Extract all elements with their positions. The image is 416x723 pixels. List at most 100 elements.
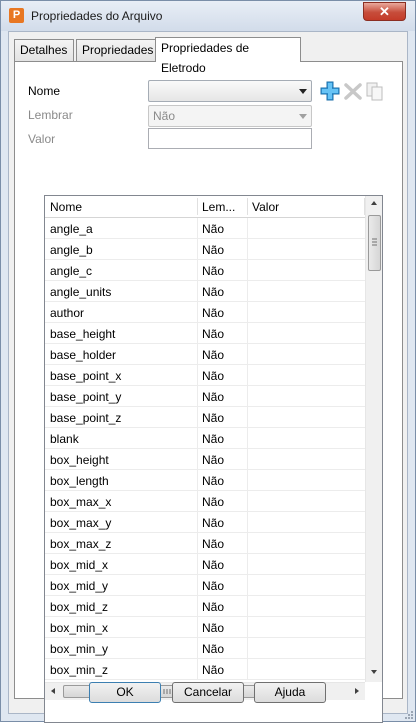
row-name-cell: angle_a [50, 222, 93, 236]
row-lembrar-cell: Não [202, 600, 225, 614]
table-row[interactable]: box_max_y Não [45, 512, 365, 533]
row-divider [197, 491, 198, 512]
properties-list[interactable]: Nome Lem... Valor angle_a Não angle_b Não an… [44, 195, 383, 723]
table-row[interactable]: base_point_y Não [45, 386, 365, 407]
row-divider [197, 596, 198, 617]
resize-grip-icon[interactable] [404, 710, 413, 719]
table-row[interactable]: box_mid_x Não [45, 554, 365, 575]
ok-button[interactable]: OK [89, 682, 161, 703]
column-divider[interactable] [247, 198, 248, 215]
valor-input[interactable] [148, 128, 312, 149]
delete-property-button[interactable] [343, 80, 363, 102]
row-name-cell: box_mid_y [50, 579, 109, 593]
table-row[interactable]: box_max_z Não [45, 533, 365, 554]
table-row[interactable]: box_mid_z Não [45, 596, 365, 617]
title-bar[interactable]: P Propriedades do Arquivo ✕ [1, 1, 415, 31]
row-lembrar-cell: Não [202, 369, 225, 383]
table-row[interactable]: box_mid_y Não [45, 575, 365, 596]
row-lembrar-cell: Não [202, 432, 225, 446]
table-row[interactable]: base_point_z Não [45, 407, 365, 428]
column-header-lembrar[interactable]: Lem... [202, 200, 235, 214]
row-name-cell: box_length [50, 474, 109, 488]
row-divider [197, 386, 198, 407]
row-lembrar-cell: Não [202, 474, 225, 488]
row-name-cell: box_max_x [50, 495, 112, 509]
row-name-cell: angle_c [50, 264, 93, 278]
row-divider [197, 575, 198, 596]
close-button[interactable]: ✕ [363, 2, 406, 21]
table-row[interactable]: blank Não [45, 428, 365, 449]
column-divider[interactable] [197, 198, 198, 215]
row-divider [197, 533, 198, 554]
row-lembrar-cell: Não [202, 663, 225, 677]
row-divider [197, 218, 198, 239]
copy-icon [366, 82, 383, 101]
chevron-down-icon [299, 89, 307, 94]
nome-label: Nome [28, 84, 61, 98]
tab-propriedades-de-eletrodo[interactable]: Propriedades de Eletrodo [155, 37, 301, 75]
table-row[interactable]: angle_c Não [45, 260, 365, 281]
app-logo-icon: P [9, 8, 24, 23]
row-divider [247, 470, 248, 491]
window-title: Propriedades do Arquivo [31, 9, 163, 23]
list-header: Nome Lem... Valor [45, 196, 365, 218]
table-row[interactable]: author Não [45, 302, 365, 323]
row-name-cell: angle_units [50, 285, 112, 299]
row-divider [247, 281, 248, 302]
row-divider [247, 260, 248, 281]
row-lembrar-cell: Não [202, 558, 225, 572]
row-lembrar-cell: Não [202, 516, 225, 530]
table-row[interactable]: box_min_x Não [45, 617, 365, 638]
column-header-nome[interactable]: Nome [50, 200, 82, 214]
copy-property-button[interactable] [365, 80, 385, 102]
tab-propriedades[interactable]: Propriedades [76, 39, 156, 61]
table-row[interactable]: angle_a Não [45, 218, 365, 239]
row-divider [197, 449, 198, 470]
column-header-valor[interactable]: Valor [252, 200, 279, 214]
vertical-scroll-thumb[interactable] [368, 215, 381, 271]
help-button[interactable]: Ajuda [254, 682, 326, 703]
table-row[interactable]: box_max_x Não [45, 491, 365, 512]
cancel-button[interactable]: Cancelar [172, 682, 244, 703]
vertical-scrollbar[interactable] [365, 196, 382, 682]
row-divider [247, 428, 248, 449]
row-lembrar-cell: Não [202, 537, 225, 551]
table-row[interactable]: box_height Não [45, 449, 365, 470]
table-row[interactable]: angle_b Não [45, 239, 365, 260]
delete-x-icon [344, 83, 362, 100]
row-divider [197, 281, 198, 302]
row-name-cell: base_height [50, 327, 116, 341]
table-row[interactable]: box_length Não [45, 470, 365, 491]
table-row[interactable]: box_min_z Não [45, 659, 365, 680]
scroll-left-icon[interactable] [51, 688, 55, 694]
lembrar-combobox[interactable]: Não [148, 105, 312, 127]
table-row[interactable]: base_point_x Não [45, 365, 365, 386]
add-property-button[interactable] [320, 80, 340, 102]
chevron-down-icon [299, 114, 307, 119]
add-plus-icon [320, 81, 340, 101]
row-divider [247, 218, 248, 239]
row-divider [247, 491, 248, 512]
row-name-cell: base_point_x [50, 369, 122, 383]
row-name-cell: base_point_y [50, 390, 122, 404]
row-divider [247, 575, 248, 596]
table-row[interactable]: angle_units Não [45, 281, 365, 302]
scroll-up-icon[interactable] [371, 201, 377, 205]
table-row[interactable]: box_min_y Não [45, 638, 365, 659]
row-lembrar-cell: Não [202, 495, 225, 509]
table-row[interactable]: base_holder Não [45, 344, 365, 365]
dialog-client-area: Detalhes Propriedades Propriedades de El… [8, 31, 408, 723]
table-row[interactable]: base_height Não [45, 323, 365, 344]
row-name-cell: base_holder [50, 348, 117, 362]
row-name-cell: box_max_z [50, 537, 112, 551]
row-lembrar-cell: Não [202, 390, 225, 404]
row-divider [247, 407, 248, 428]
row-name-cell: blank [50, 432, 79, 446]
nome-combobox[interactable] [148, 80, 312, 102]
row-lembrar-cell: Não [202, 306, 225, 320]
row-divider [197, 302, 198, 323]
tab-detalhes[interactable]: Detalhes [14, 39, 74, 61]
row-divider [247, 239, 248, 260]
scroll-down-icon[interactable] [371, 670, 377, 674]
scroll-right-icon[interactable] [355, 688, 359, 694]
